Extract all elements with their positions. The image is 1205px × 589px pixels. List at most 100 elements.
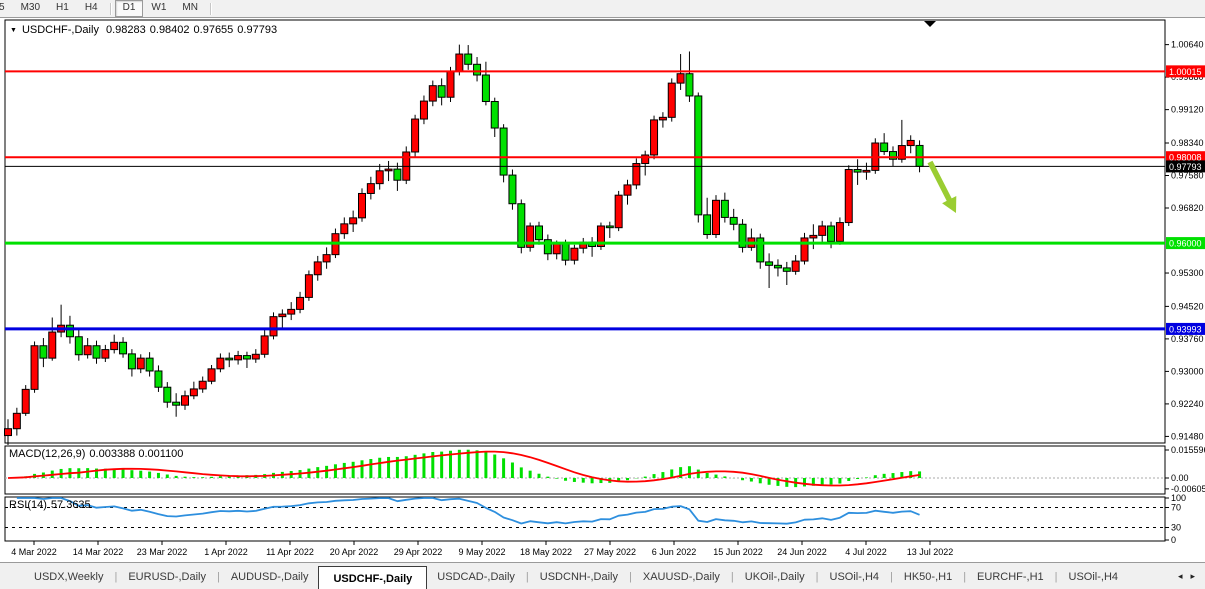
chart-canvas[interactable]: 1.006400.998800.991200.983400.975800.968…	[0, 0, 1205, 562]
candle-up	[252, 354, 259, 359]
date-tick-label: 29 Apr 2022	[394, 547, 443, 557]
candle-up	[429, 86, 436, 101]
timeframe-button-5[interactable]: 5	[0, 0, 13, 17]
badge-text: 0.93993	[1169, 324, 1202, 334]
candle-up	[22, 389, 29, 413]
panel-frames	[5, 20, 1165, 541]
price-tick-label: 0.98340	[1171, 138, 1204, 148]
rsi-tick-label: 70	[1171, 503, 1181, 513]
candle-up	[420, 101, 427, 119]
date-tick-label: 4 Mar 2022	[11, 547, 57, 557]
candle-up	[615, 195, 622, 228]
candle-down	[828, 226, 835, 241]
timeframe-button-M30[interactable]: M30	[13, 0, 48, 17]
candle-up	[5, 429, 12, 436]
mt4-chart-window: 5M30H1H4 D1W1MN 1.006400.998800.991200.98…	[0, 0, 1205, 589]
candle-up	[836, 223, 843, 242]
timeframe-button-H1[interactable]: H1	[48, 0, 77, 17]
chart-tab-bar: USDX,Weekly|EURUSD-,Daily|AUDUSD-,DailyU…	[0, 562, 1205, 589]
date-tick-label: 9 May 2022	[458, 547, 505, 557]
price-axis[interactable]: 1.006400.998800.991200.983400.975800.968…	[1165, 40, 1205, 442]
chart-tab-USDCHF-Daily[interactable]: USDCHF-,Daily	[318, 566, 427, 589]
badge-text: 0.96000	[1169, 239, 1202, 249]
price-tick-label: 0.92240	[1171, 399, 1204, 409]
date-tick-label: 14 Mar 2022	[73, 547, 124, 557]
chart-tab-EURCHF-H1[interactable]: EURCHF-,H1	[967, 563, 1054, 589]
candle-up	[845, 170, 852, 223]
chart-tab-XAUUSD-Daily[interactable]: XAUUSD-,Daily	[633, 563, 730, 589]
candle-down	[881, 143, 888, 152]
timeframe-button-W1[interactable]: W1	[143, 0, 174, 17]
date-tick-label: 18 May 2022	[520, 547, 572, 557]
candle-down	[155, 371, 162, 387]
candle-up	[235, 356, 242, 360]
chart-tab-USDCNH-Daily[interactable]: USDCNH-,Daily	[530, 563, 628, 589]
tab-scroll-left-icon[interactable]: ◂	[1178, 571, 1183, 582]
candle-down	[757, 238, 764, 262]
candle-up	[31, 346, 38, 390]
price-tick-label: 1.00640	[1171, 40, 1204, 50]
candle-up	[350, 218, 357, 224]
date-tick-label: 15 Jun 2022	[713, 547, 763, 557]
candle-up	[792, 261, 799, 271]
date-tick-label: 24 Jun 2022	[777, 547, 827, 557]
candle-up	[137, 358, 144, 369]
candle-down	[518, 204, 525, 248]
badge-text: 0.97793	[1169, 162, 1202, 172]
chart-tab-AUDUSD-Daily[interactable]: AUDUSD-,Daily	[221, 563, 319, 589]
candle-down	[721, 200, 728, 217]
candle-down	[75, 337, 82, 355]
candle-down	[730, 217, 737, 224]
date-tick-label: 4 Jul 2022	[845, 547, 887, 557]
tab-scroll-right-icon[interactable]: ▸	[1190, 571, 1195, 582]
main-chart-panel[interactable]	[5, 20, 1165, 443]
candle-up	[863, 170, 870, 172]
candle-down	[120, 342, 127, 354]
candle-down	[916, 145, 923, 166]
candle-up	[571, 248, 578, 260]
timeframe-button-D1[interactable]: D1	[115, 0, 144, 17]
timeframe-button-MN[interactable]: MN	[174, 0, 206, 17]
date-tick-label: 27 May 2022	[584, 547, 636, 557]
candle-down	[243, 356, 250, 359]
chart-tab-UKOil-Daily[interactable]: UKOil-,Daily	[735, 563, 815, 589]
candle-down	[854, 170, 861, 173]
candle-down	[146, 358, 153, 371]
date-tick-label: 11 Apr 2022	[266, 547, 314, 557]
rsi-panel[interactable]	[5, 497, 1165, 541]
candle-up	[659, 117, 666, 120]
chart-tab-EURUSD-Daily[interactable]: EURUSD-,Daily	[118, 563, 216, 589]
candle-down	[536, 226, 543, 240]
date-tick-label: 20 Apr 2022	[330, 547, 379, 557]
candle-up	[323, 255, 330, 262]
macd-panel[interactable]	[5, 446, 1165, 494]
candle-down	[783, 268, 790, 271]
chart-tab-USOil-H4[interactable]: USOil-,H4	[1059, 563, 1129, 589]
chart-tab-HK50-H1[interactable]: HK50-,H1	[894, 563, 962, 589]
date-tick-label: 1 Apr 2022	[204, 547, 248, 557]
candle-up	[305, 275, 312, 298]
chart-tab-USDX-Weekly[interactable]: USDX,Weekly	[24, 563, 113, 589]
chart-tab-USDCAD-Daily[interactable]: USDCAD-,Daily	[427, 563, 525, 589]
toolbar-separator	[110, 3, 111, 15]
candle-up	[314, 262, 321, 275]
timeframe-button-H4[interactable]: H4	[77, 0, 106, 17]
timeframe-toolbar: 5M30H1H4 D1W1MN	[0, 0, 1205, 18]
candle-down	[438, 86, 445, 98]
candle-up	[190, 389, 197, 396]
candle-up	[677, 74, 684, 83]
candle-up	[208, 369, 215, 381]
candle-up	[367, 184, 374, 194]
date-tick-label: 23 Mar 2022	[137, 547, 188, 557]
candle-up	[819, 226, 826, 235]
rsi-tick-label: 0	[1171, 535, 1176, 545]
candle-down	[509, 175, 516, 204]
candle-up	[447, 71, 454, 97]
candle-up	[297, 297, 304, 309]
candle-down	[93, 346, 100, 358]
candle-down	[704, 215, 711, 235]
candle-down	[474, 64, 481, 75]
date-axis[interactable]: 4 Mar 2022 14 Mar 2022 23 Mar 2022 1 Apr 20…	[11, 541, 953, 557]
candle-up	[385, 169, 392, 171]
chart-tab-USOil-H4[interactable]: USOil-,H4	[820, 563, 890, 589]
